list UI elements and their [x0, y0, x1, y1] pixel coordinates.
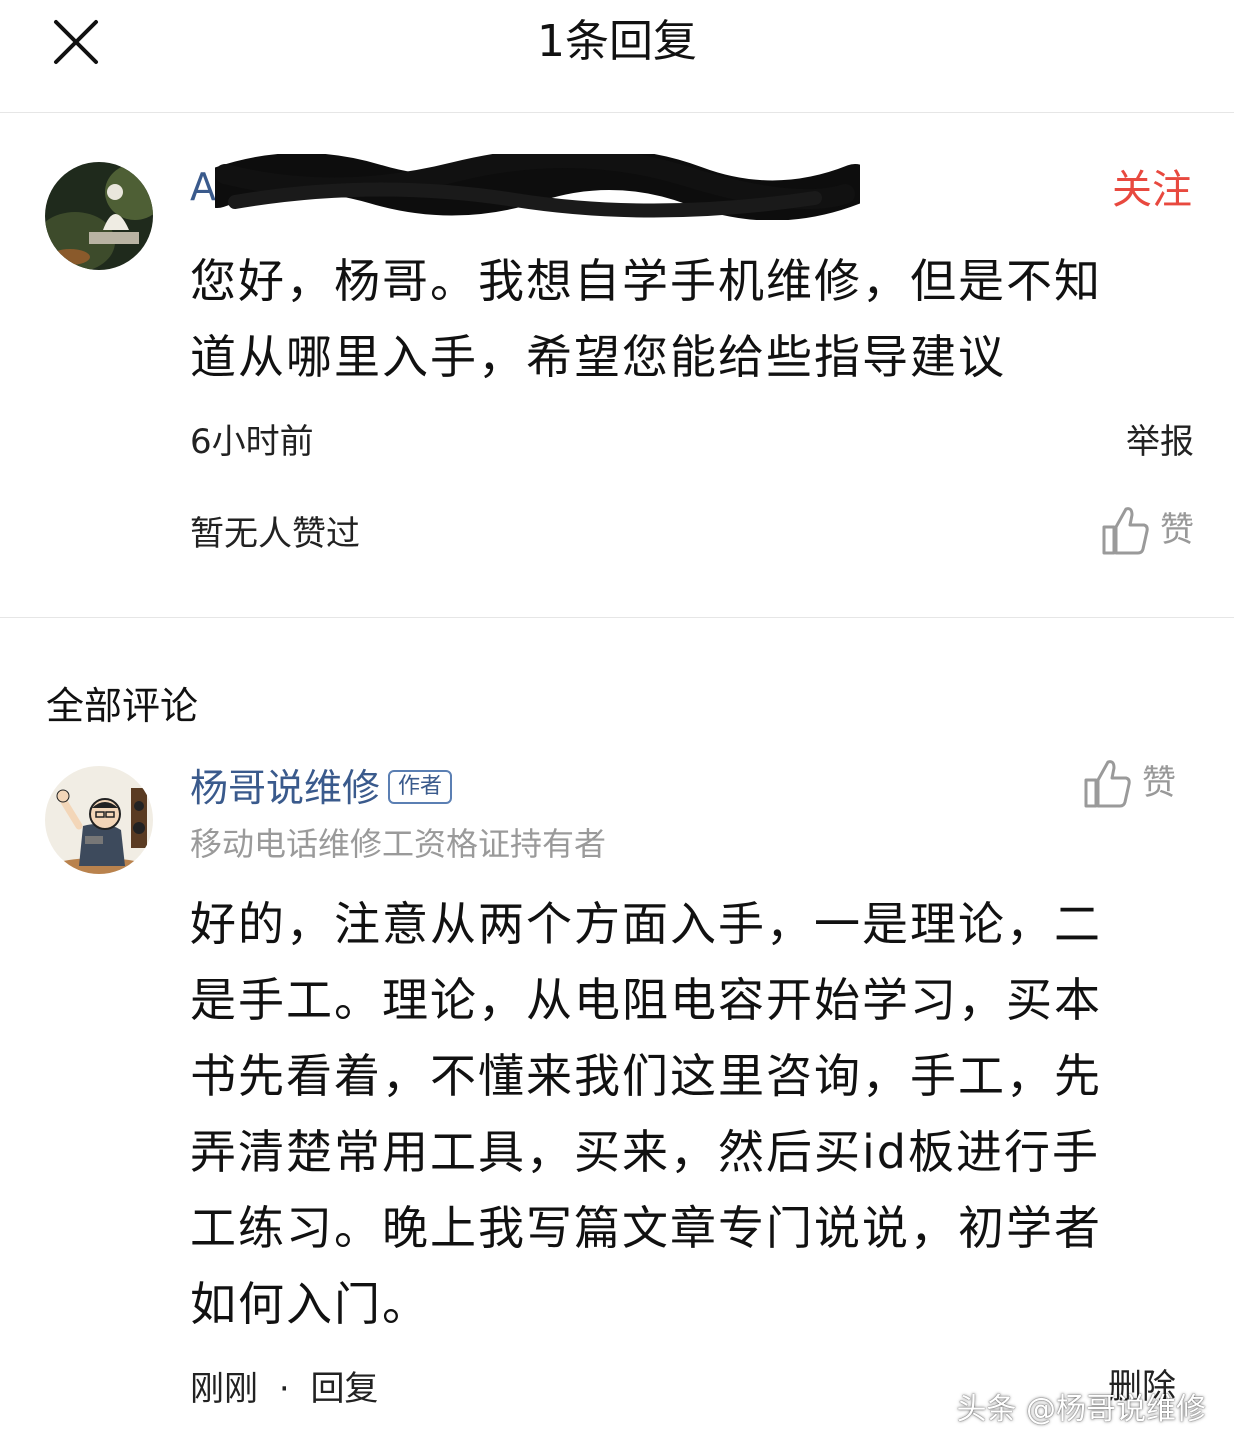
reply-text-line-2: 道从哪里入手，希望您能给些指导建议	[190, 330, 1006, 384]
reply-avatar[interactable]	[45, 162, 153, 270]
comment-text-line-6: 如何入门。	[190, 1277, 430, 1331]
comment-text-line-2: 是手工。理论，从电阻电容开始学习，买本	[190, 973, 1102, 1027]
all-comments-heading: 全部评论	[46, 684, 199, 728]
like-label: 赞	[1160, 510, 1194, 550]
thumbs-up-icon	[1084, 760, 1131, 808]
like-label: 赞	[1142, 763, 1176, 803]
follow-button[interactable]: 关注	[1112, 166, 1192, 214]
report-button[interactable]: 举报	[1126, 421, 1194, 463]
reply-button[interactable]: 回复	[310, 1369, 378, 1409]
thumbs-up-icon	[1102, 507, 1149, 555]
reply-like-button[interactable]: 赞	[1098, 503, 1194, 557]
reply-text-line-1: 您好，杨哥。我想自学手机维修，但是不知	[190, 254, 1102, 308]
author-badge: 作者	[388, 769, 453, 804]
comment-username[interactable]: 杨哥说维修	[190, 766, 380, 810]
header-bar: 1条回复	[0, 0, 1234, 113]
comment-like-button[interactable]: 赞	[1080, 756, 1176, 810]
comment-timestamp: 刚刚	[190, 1369, 258, 1409]
meta-separator: ·	[278, 1369, 290, 1409]
reply-timestamp: 6小时前	[190, 422, 314, 462]
comment-meta-row: 刚刚 · 回复	[190, 1368, 378, 1410]
page-title: 1条回复	[537, 16, 697, 67]
comment-text-line-4: 弄清楚常用工具，买来，然后买id板进行手	[190, 1125, 1100, 1179]
comment-text-line-1: 好的，注意从两个方面入手，一是理论，二	[190, 897, 1102, 951]
comment-text-line-5: 工练习。晚上我写篇文章专门说说，初学者	[190, 1201, 1102, 1255]
redacted-username-scribble	[197, 148, 875, 221]
section-divider	[0, 617, 1234, 618]
comment-username-row: 杨哥说维修 作者	[190, 764, 453, 812]
no-likes-text: 暂无人赞过	[190, 514, 360, 554]
watermark: 头条 @杨哥说维修	[956, 1392, 1206, 1427]
comment-user-subtitle: 移动电话维修工资格证持有者	[190, 825, 607, 863]
comment-text-line-3: 书先看着，不懂来我们这里咨询，手工，先	[190, 1049, 1102, 1103]
reply-username[interactable]: A	[190, 163, 216, 211]
comment-avatar[interactable]	[45, 766, 153, 874]
